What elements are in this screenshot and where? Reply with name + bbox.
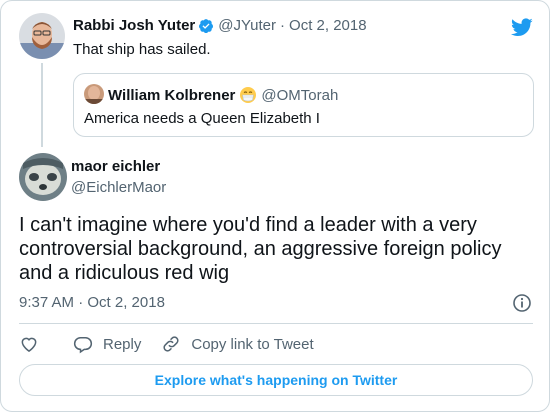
avatar-maor-eichler[interactable] bbox=[19, 153, 67, 201]
parent-author-name[interactable]: Rabbi Josh Yuter bbox=[73, 17, 195, 34]
tweet-embed-card: Rabbi Josh Yuter @JYuter · Oct 2, 2018 T… bbox=[0, 0, 550, 412]
quoted-author-name: William Kolbrener bbox=[108, 86, 236, 104]
twitter-bird-icon[interactable] bbox=[511, 16, 533, 38]
tweet-author-name[interactable]: maor eichler bbox=[71, 158, 160, 175]
verified-badge-icon bbox=[198, 18, 214, 34]
quoted-author-handle: @OMTorah bbox=[261, 86, 339, 104]
tweet-actions: Reply Copy link to Tweet bbox=[19, 333, 314, 355]
medical-mask-emoji-icon bbox=[239, 86, 257, 104]
avatar-josh-yuter[interactable] bbox=[19, 13, 65, 59]
parent-tweet-header: Rabbi Josh Yuter @JYuter · Oct 2, 2018 bbox=[73, 17, 367, 34]
copy-link-label: Copy link to Tweet bbox=[191, 335, 314, 353]
parent-tweet-date[interactable]: Oct 2, 2018 bbox=[289, 17, 367, 34]
avatar-william-kolbrener bbox=[84, 84, 104, 104]
parent-author-handle[interactable]: @JYuter bbox=[218, 17, 276, 34]
quoted-tweet-header: William Kolbrener @OMTorah bbox=[108, 86, 338, 104]
reply-button[interactable]: Reply bbox=[73, 334, 141, 354]
explore-twitter-button[interactable]: Explore what's happening on Twitter bbox=[19, 364, 533, 396]
tweet-author-handle[interactable]: @EichlerMaor bbox=[71, 179, 166, 196]
parent-tweet-text: That ship has sailed. bbox=[73, 41, 211, 58]
quoted-tweet-text: America needs a Queen Elizabeth I bbox=[84, 110, 320, 127]
divider bbox=[19, 323, 533, 324]
tweet-timestamp[interactable]: 9:37 AM · Oct 2, 2018 bbox=[19, 294, 165, 311]
quoted-tweet[interactable]: William Kolbrener @OMTorah America needs… bbox=[73, 73, 534, 137]
reply-label: Reply bbox=[103, 335, 142, 353]
reply-bubble-icon bbox=[73, 337, 93, 354]
tweet-text: I can't imagine where you'd find a leade… bbox=[19, 214, 502, 284]
separator-dot: · bbox=[280, 17, 286, 34]
heart-icon bbox=[21, 337, 37, 352]
thread-connector-line bbox=[41, 63, 43, 147]
info-icon[interactable] bbox=[512, 293, 532, 313]
copy-link-button[interactable]: Copy link to Tweet bbox=[161, 334, 314, 354]
like-button[interactable] bbox=[19, 334, 39, 354]
link-icon bbox=[163, 336, 179, 352]
